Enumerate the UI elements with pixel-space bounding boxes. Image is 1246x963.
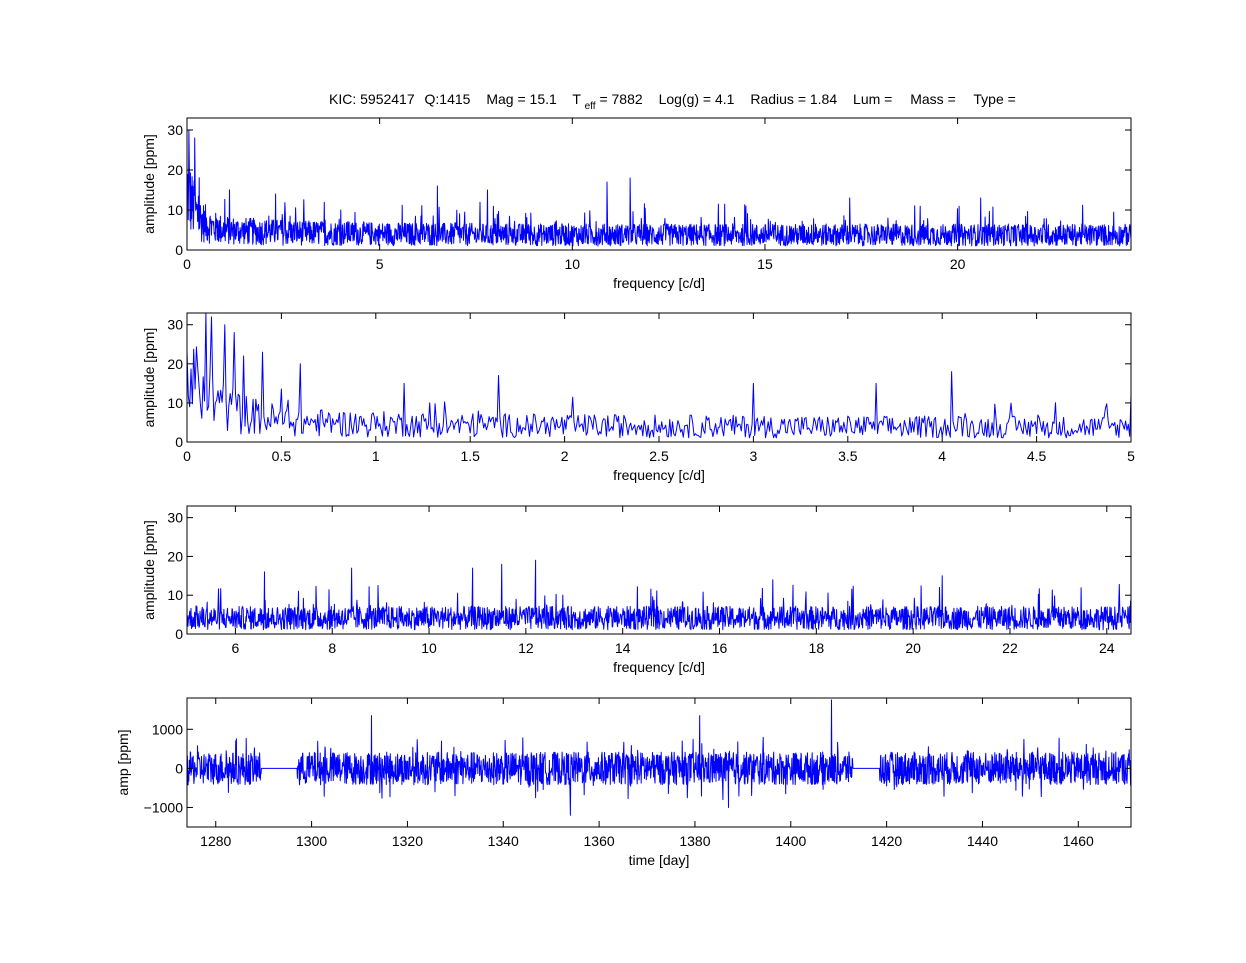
x-tick-label: 1 [372,448,380,464]
y-axis-label: amplitude [ppm] [141,134,157,234]
x-tick-label: 0 [183,256,191,272]
y-tick-label: 0 [175,760,183,776]
x-tick-label: 1360 [584,833,615,849]
title-type: Type = [973,91,1015,107]
x-tick-label: 8 [328,640,336,656]
title-mag: Mag = 15.1 [486,91,557,107]
x-tick-label: 6 [232,640,240,656]
x-tick-label: 1300 [296,833,327,849]
y-tick-label: 20 [167,162,183,178]
x-tick-label: 1460 [1063,833,1094,849]
figure: KIC: 5952417 Q:1415 Mag = 15.1 T eff = 7… [115,91,1135,868]
y-tick-label: −1000 [144,799,184,815]
title-teff-value: = 7882 [599,91,642,107]
x-tick-label: 20 [950,256,966,272]
y-tick-label: 10 [167,202,183,218]
x-tick-label: 10 [565,256,581,272]
axes-frame [186,312,1132,443]
x-tick-label: 0 [183,448,191,464]
x-tick-label: 1320 [392,833,423,849]
title-mass: Mass = [910,91,956,107]
x-tick-label: 3.5 [838,448,858,464]
y-axis-label: amplitude [ppm] [141,328,157,428]
panel-4: 1280 1300 1320 1340 1360 1380 1400 1420 1440 1460… [115,697,1132,868]
x-tick-label: 5 [1127,448,1135,464]
x-tick-label: 18 [809,640,825,656]
x-tick-label: 12 [518,640,534,656]
title-teff-sub: eff [585,101,596,112]
x-tick-label: 4.5 [1027,448,1047,464]
x-tick-label: 24 [1099,640,1115,656]
title-teff-prefix: T [572,91,581,107]
x-tick-label: 1380 [679,833,710,849]
x-tick-label: 15 [757,256,773,272]
x-tick-label: 2 [561,448,569,464]
series-line-3 [187,559,1131,631]
x-tick-label: 5 [376,256,384,272]
y-tick-label: 20 [167,548,183,564]
panel-2: 0 0.5 1 1.5 2 2.5 3 3.5 4 4.5 5 0 10 20 30 frequency [c… [141,312,1135,483]
y-tick-label: 0 [175,434,183,450]
title-radius: Radius = 1.84 [750,91,837,107]
y-axis-label: amplitude [ppm] [141,520,157,620]
y-tick-label: 10 [167,395,183,411]
x-tick-label: 3 [750,448,758,464]
y-tick-label: 30 [167,510,183,526]
series-line-1 [187,129,1131,247]
title-logg: Log(g) = 4.1 [659,91,735,107]
x-tick-label: 22 [1002,640,1018,656]
title-lum: Lum = [853,91,892,107]
series-line-2 [187,313,1131,439]
x-tick-label: 1420 [871,833,902,849]
x-tick-label: 1.5 [460,448,480,464]
title-kic: KIC: 5952417 [329,91,415,107]
y-tick-label: 1000 [152,721,183,737]
y-tick-label: 0 [175,626,183,642]
x-tick-label: 1440 [967,833,998,849]
y-tick-label: 20 [167,356,183,372]
x-tick-label: 1400 [775,833,806,849]
title-quarter: Q:1415 [425,91,471,107]
x-tick-label: 0.5 [272,448,292,464]
x-tick-label: 1280 [200,833,231,849]
x-tick-label: 20 [905,640,921,656]
x-axis-label: time [day] [629,852,690,868]
figure-title: KIC: 5952417 Q:1415 Mag = 15.1 T eff = 7… [329,91,1016,112]
x-axis-label: frequency [c/d] [613,275,705,291]
y-axis-label: amp [ppm] [115,729,131,795]
x-tick-label: 2.5 [649,448,669,464]
y-tick-label: 0 [175,242,183,258]
x-tick-label: 16 [712,640,728,656]
plot-panels: 0 5 10 15 200102030frequency [c/d]amplitude … [115,117,1135,868]
x-tick-label: 14 [615,640,631,656]
y-tick-label: 30 [167,317,183,333]
x-axis-label: frequency [c/d] [613,659,705,675]
panel-1: 0 5 10 15 20 0 10 20 30 frequency [c/d] amplitude … [141,117,1132,291]
y-tick-label: 10 [167,587,183,603]
x-tick-label: 4 [938,448,946,464]
y-tick-label: 30 [167,122,183,138]
series-line-4 [187,699,1131,816]
x-tick-label: 10 [421,640,437,656]
x-axis-label: frequency [c/d] [613,467,705,483]
x-tick-label: 1340 [488,833,519,849]
panel-3: 6 8 10 12 14 16 18 20 22 24 0 10 20 30 frequency [c/d]… [141,505,1132,675]
